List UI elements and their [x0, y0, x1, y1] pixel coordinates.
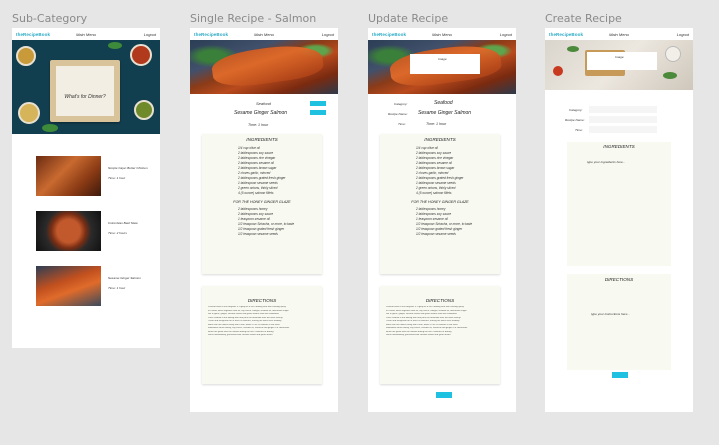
- spice-bowl-icon: [18, 102, 40, 124]
- board-title-create-recipe: Create Recipe: [545, 12, 622, 25]
- ingredient-line: 4 (5 ounce) salmon fillets: [238, 191, 274, 195]
- chicken-thumbnail: [36, 156, 101, 196]
- create-recipe-board: theRecipeBook Main Menu Logout Image Cat…: [545, 28, 693, 412]
- subcategory-board: theRecipeBook Main Menu Logout What's fo…: [12, 28, 160, 348]
- logo[interactable]: theRecipeBook: [549, 32, 583, 37]
- recipe-name-field[interactable]: Sesame Ginger Salmon: [418, 110, 471, 116]
- update-recipe-board: theRecipeBook Main Menu Logout Image Cat…: [368, 28, 516, 412]
- time-field[interactable]: Time: 1 hour: [426, 122, 446, 126]
- ingredients-input-area[interactable]: INGREDIENTS type your ingredients here..…: [567, 142, 671, 266]
- salmon-thumbnail: [36, 266, 101, 306]
- herb-leaf-icon: [567, 46, 579, 52]
- hero-text: What's for Dinner?: [64, 94, 106, 100]
- category-input[interactable]: [589, 106, 657, 113]
- main-menu-link[interactable]: Main Menu: [254, 32, 274, 37]
- main-menu-link[interactable]: Main Menu: [76, 32, 96, 37]
- tomato-icon: [553, 66, 563, 76]
- directions-text: Preheat oven to 400 degrees F. Lightly o…: [208, 306, 290, 336]
- directions-placeholder: type your instructions here...: [591, 312, 630, 316]
- spice-bowl-icon: [130, 44, 152, 66]
- logo[interactable]: theRecipeBook: [16, 32, 50, 37]
- logout-link[interactable]: Logout: [144, 32, 156, 37]
- board-title-single-recipe: Single Recipe - Salmon: [190, 12, 317, 25]
- stew-thumbnail: [36, 211, 101, 251]
- image-upload-box[interactable]: Image: [587, 52, 657, 70]
- recipe-name: Sesame Ginger Salmon: [234, 110, 288, 116]
- image-upload-box[interactable]: Image: [410, 54, 480, 74]
- spice-bowl-icon: [16, 46, 36, 66]
- glaze-list: 2 tablespoons honey 2 tablespoons soy sa…: [202, 204, 322, 237]
- update-button[interactable]: [436, 392, 452, 398]
- recipe-time: Time: 1 hour: [108, 176, 126, 180]
- delete-button[interactable]: [310, 110, 326, 115]
- glaze-list: 2 tablespoons honey 2 tablespoons soy sa…: [380, 204, 500, 237]
- edit-button[interactable]: [310, 101, 326, 106]
- recipe-time: Time: 1 hour: [108, 286, 126, 290]
- spice-bowl-icon: [134, 100, 154, 120]
- nav-bar: theRecipeBook Main Menu Logout: [368, 28, 516, 40]
- board-title-subcategory: Sub-Category: [12, 12, 88, 25]
- ingredients-placeholder: type your ingredients here...: [587, 160, 626, 164]
- nav-bar: theRecipeBook Main Menu Logout: [545, 28, 693, 40]
- list-item[interactable]: Simple Cajun Butter Chicken Time: 1 hour: [12, 154, 160, 198]
- directions-input-area[interactable]: DIRECTIONS type your instructions here..…: [567, 274, 671, 370]
- directions-text: Preheat oven to 400 degrees F. Lightly o…: [386, 306, 468, 336]
- time-label: Time:: [575, 128, 583, 132]
- directions-card: DIRECTIONS Preheat oven to 400 degrees F…: [202, 286, 322, 384]
- category-field[interactable]: Seafood: [434, 100, 453, 106]
- logo[interactable]: theRecipeBook: [372, 32, 406, 37]
- ingredients-card: INGREDIENTS 1/4 cup olive oil 2 tablespo…: [202, 134, 322, 274]
- image-label: Image: [615, 55, 624, 59]
- logout-link[interactable]: Logout: [677, 32, 689, 37]
- nav-bar: theRecipeBook Main Menu Logout: [190, 28, 338, 40]
- recipe-title[interactable]: Simple Cajun Butter Chicken: [108, 166, 148, 170]
- ingredients-list: 1/4 cup olive oil 2 tablespoons soy sauc…: [202, 142, 322, 196]
- recipe-title[interactable]: Colombian Beef Stew: [108, 221, 138, 225]
- board-title-update-recipe: Update Recipe: [368, 12, 449, 25]
- recipe-name-input[interactable]: [589, 116, 657, 123]
- recipe-category: Seafood: [256, 101, 271, 106]
- glaze-line: 1/2 teaspoon sesame seeds: [416, 232, 456, 236]
- image-label: Image: [438, 57, 447, 61]
- bowl-icon: [665, 46, 681, 62]
- time-input[interactable]: [589, 126, 657, 133]
- recipe-name-label: Recipe Name:: [388, 112, 408, 116]
- category-label: Category:: [394, 102, 408, 106]
- recipe-time: Time: 2 hours: [108, 231, 127, 235]
- logout-link[interactable]: Logout: [500, 32, 512, 37]
- salmon-hero-image: [190, 40, 338, 94]
- category-label: Category:: [569, 108, 583, 112]
- list-item[interactable]: Sesame Ginger Salmon Time: 1 hour: [12, 264, 160, 308]
- recipe-title[interactable]: Sesame Ginger Salmon: [108, 276, 141, 280]
- directions-title: DIRECTIONS: [604, 277, 634, 282]
- glaze-line: 1/2 teaspoon sesame seeds: [238, 232, 278, 236]
- recipe-time: Time: 1 hour: [248, 123, 269, 127]
- ingredient-line: 4 (5 ounce) salmon fillets: [416, 191, 452, 195]
- recipe-name-label: Recipe Name:: [565, 118, 585, 122]
- herb-leaf-icon: [663, 72, 677, 79]
- notepad: What's for Dinner?: [50, 60, 120, 122]
- herb-leaf-icon: [42, 124, 58, 132]
- single-recipe-board: theRecipeBook Main Menu Logout Seafood S…: [190, 28, 338, 412]
- list-item[interactable]: Colombian Beef Stew Time: 2 hours: [12, 209, 160, 253]
- ingredients-title: INGREDIENTS: [603, 144, 635, 149]
- ingredients-card[interactable]: INGREDIENTS 1/4 cup olive oil 2 tablespo…: [380, 134, 500, 274]
- directions-card[interactable]: DIRECTIONS Preheat oven to 400 degrees F…: [380, 286, 500, 384]
- time-label: Time:: [398, 122, 406, 126]
- main-menu-link[interactable]: Main Menu: [432, 32, 452, 37]
- nav-bar: theRecipeBook Main Menu Logout: [12, 28, 160, 40]
- create-button[interactable]: [612, 372, 628, 378]
- logo[interactable]: theRecipeBook: [194, 32, 228, 37]
- main-menu-link[interactable]: Main Menu: [609, 32, 629, 37]
- hero-image: What's for Dinner?: [12, 40, 160, 134]
- logout-link[interactable]: Logout: [322, 32, 334, 37]
- herb-leaf-icon: [108, 42, 122, 49]
- ingredients-list: 1/4 cup olive oil 2 tablespoons soy sauc…: [380, 142, 500, 196]
